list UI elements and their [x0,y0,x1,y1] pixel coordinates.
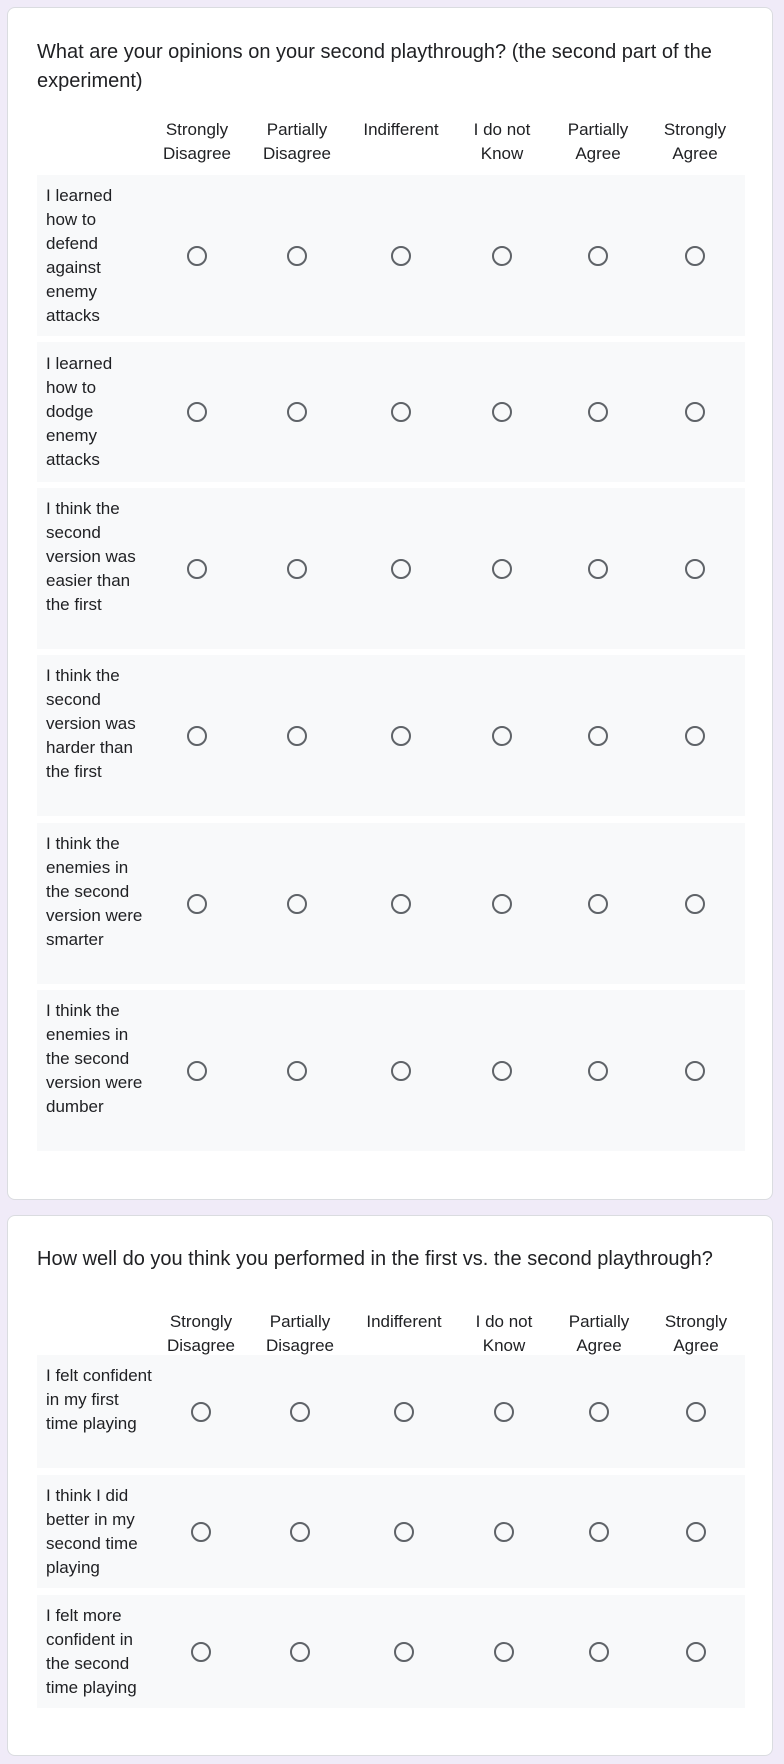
radio-strongly-disagree-icon[interactable] [191,1522,211,1542]
radio-indifferent-icon[interactable] [394,1642,414,1662]
radio-partially-agree-icon[interactable] [588,246,608,266]
radio-partially-disagree-icon[interactable] [287,402,307,422]
column-header-partially-agree: Partially Agree [568,1312,630,1355]
radio-i-do-not-know-icon[interactable] [492,246,512,266]
row-label: I felt more confident in the second time… [46,1606,137,1697]
radio-strongly-agree-icon[interactable] [685,726,705,746]
grid-row: I think I did better in my second time p… [37,1475,745,1588]
radio-strongly-disagree-icon[interactable] [187,726,207,746]
radio-strongly-disagree-icon[interactable] [187,402,207,422]
radio-partially-agree-icon[interactable] [588,1061,608,1081]
radio-strongly-agree-icon[interactable] [686,1402,706,1422]
row-label: I think I did better in my second time p… [46,1486,138,1577]
radio-i-do-not-know-icon[interactable] [494,1522,514,1542]
row-label: I learned how to defend against enemy at… [46,186,113,325]
radio-partially-agree-icon[interactable] [588,559,608,579]
radio-partially-agree-icon[interactable] [589,1402,609,1422]
radio-partially-agree-icon[interactable] [588,726,608,746]
radio-strongly-agree-icon[interactable] [685,559,705,579]
radio-i-do-not-know-icon[interactable] [492,402,512,422]
row-label: I think the enemies in the second versio… [46,834,143,949]
radio-strongly-disagree-icon[interactable] [187,246,207,266]
question-title: What are your opinions on your second pl… [37,41,712,92]
radio-indifferent-icon[interactable] [391,894,411,914]
radio-partially-disagree-icon[interactable] [287,559,307,579]
radio-partially-disagree-icon[interactable] [290,1522,310,1542]
radio-partially-disagree-icon[interactable] [287,246,307,266]
radio-partially-disagree-icon[interactable] [287,1061,307,1081]
radio-strongly-disagree-icon[interactable] [187,894,207,914]
column-header-strongly-agree: Strongly Agree [663,120,727,163]
grid-row: I felt more confident in the second time… [37,1595,745,1708]
radio-partially-agree-icon[interactable] [588,402,608,422]
grid-row: I learned how to defend against enemy at… [37,175,745,336]
column-header-partially-agree: Partially Agree [567,120,629,163]
radio-partially-disagree-icon[interactable] [290,1402,310,1422]
row-label: I learned how to dodge enemy attacks [46,354,113,469]
question-card-performance-comparison: How well do you think you performed in t… [7,1215,773,1756]
radio-strongly-agree-icon[interactable] [685,894,705,914]
radio-i-do-not-know-icon[interactable] [492,894,512,914]
column-header-strongly-agree: Strongly Agree [664,1312,728,1355]
radio-strongly-agree-icon[interactable] [685,246,705,266]
row-label: I felt confident in my first time playin… [46,1366,152,1433]
radio-indifferent-icon[interactable] [394,1522,414,1542]
grid-row: I learned how to dodge enemy attacks [37,342,745,482]
column-header-partially-disagree: Partially Disagree [265,1312,335,1355]
column-header-strongly-disagree: Strongly Disagree [166,1312,236,1355]
grid-row: I think the enemies in the second versio… [37,990,745,1151]
grid-row: I think the second version was harder th… [37,655,745,816]
radio-indifferent-icon[interactable] [391,402,411,422]
row-label: I think the enemies in the second versio… [46,1001,143,1116]
radio-strongly-agree-icon[interactable] [685,402,705,422]
radio-strongly-disagree-icon[interactable] [187,1061,207,1081]
radio-i-do-not-know-icon[interactable] [492,559,512,579]
radio-partially-agree-icon[interactable] [588,894,608,914]
radio-partially-agree-icon[interactable] [589,1522,609,1542]
radio-i-do-not-know-icon[interactable] [492,726,512,746]
radio-indifferent-icon[interactable] [394,1402,414,1422]
radio-strongly-disagree-icon[interactable] [187,559,207,579]
radio-indifferent-icon[interactable] [391,1061,411,1081]
radio-i-do-not-know-icon[interactable] [492,1061,512,1081]
column-header-i-do-not-know: I do not Know [473,120,531,163]
grid-row: I felt confident in my first time playin… [37,1355,745,1468]
radio-i-do-not-know-icon[interactable] [494,1402,514,1422]
radio-i-do-not-know-icon[interactable] [494,1642,514,1662]
radio-partially-disagree-icon[interactable] [287,894,307,914]
column-header-i-do-not-know: I do not Know [475,1312,533,1355]
row-label: I think the second version was harder th… [46,666,136,781]
radio-indifferent-icon[interactable] [391,559,411,579]
radio-partially-disagree-icon[interactable] [290,1642,310,1662]
radio-strongly-disagree-icon[interactable] [191,1642,211,1662]
row-label: I think the second version was easier th… [46,499,136,614]
radio-partially-agree-icon[interactable] [589,1642,609,1662]
column-header-partially-disagree: Partially Disagree [262,120,332,163]
column-header-indifferent: Indifferent [363,120,439,139]
radio-strongly-agree-icon[interactable] [685,1061,705,1081]
question-card-opinions-second-playthrough: What are your opinions on your second pl… [7,7,773,1200]
radio-indifferent-icon[interactable] [391,726,411,746]
column-header-strongly-disagree: Strongly Disagree [162,120,232,163]
radio-partially-disagree-icon[interactable] [287,726,307,746]
column-header-indifferent: Indifferent [366,1312,442,1331]
question-title: How well do you think you performed in t… [37,1248,713,1270]
radio-strongly-agree-icon[interactable] [686,1642,706,1662]
grid-row: I think the enemies in the second versio… [37,823,745,984]
radio-strongly-agree-icon[interactable] [686,1522,706,1542]
radio-strongly-disagree-icon[interactable] [191,1402,211,1422]
grid-row: I think the second version was easier th… [37,488,745,649]
radio-indifferent-icon[interactable] [391,246,411,266]
